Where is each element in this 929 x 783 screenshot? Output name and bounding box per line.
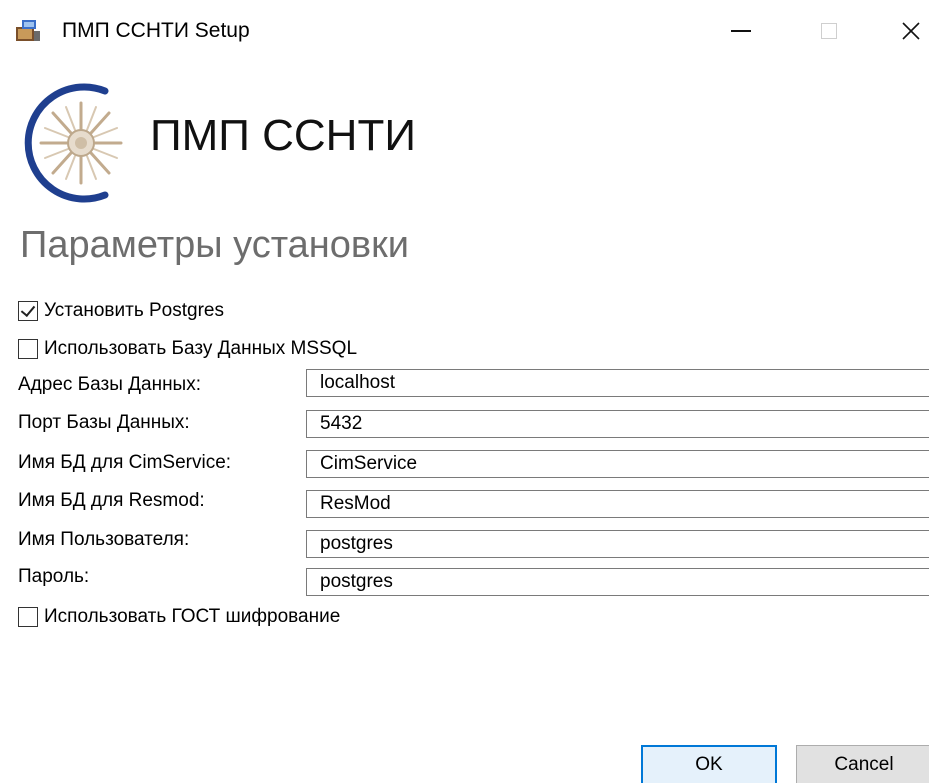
cimservice-db-name-input[interactable] [306, 450, 929, 478]
use-gost-label: Использовать ГОСТ шифрование [44, 606, 341, 627]
maximize-button[interactable] [806, 6, 852, 56]
installer-icon [14, 17, 42, 45]
install-postgres-checkbox[interactable] [18, 301, 38, 321]
gazprom-flame-logo [17, 83, 137, 203]
cancel-button[interactable]: Cancel [796, 745, 929, 783]
cimservice-db-name-label: Имя БД для CimService: [18, 452, 232, 473]
use-gost-checkbox[interactable] [18, 607, 38, 627]
title-bar: ПМП ССНТИ Setup [0, 0, 929, 62]
use-gost-option[interactable]: Использовать ГОСТ шифрование [18, 603, 340, 631]
setup-window: ПМП ССНТИ Setup ПМП ССНТИ Параметры уста… [0, 0, 929, 783]
use-mssql-option[interactable]: Использовать Базу Данных MSSQL [18, 335, 357, 363]
password-label: Пароль: [18, 566, 90, 587]
close-button[interactable] [888, 6, 929, 56]
db-address-input[interactable] [306, 369, 929, 397]
section-title: Параметры установки [20, 224, 409, 266]
minimize-icon [731, 30, 751, 32]
use-mssql-checkbox[interactable] [18, 339, 38, 359]
close-icon [902, 22, 920, 40]
maximize-icon [821, 23, 837, 39]
username-label: Имя Пользователя: [18, 529, 190, 550]
db-port-input[interactable] [306, 410, 929, 438]
use-mssql-label: Использовать Базу Данных MSSQL [44, 338, 358, 359]
db-address-label: Адрес Базы Данных: [18, 374, 201, 395]
ok-button[interactable]: OK [641, 745, 777, 783]
install-postgres-label: Установить Postgres [44, 300, 224, 321]
install-postgres-option[interactable]: Установить Postgres [18, 297, 224, 325]
window-title: ПМП ССНТИ Setup [62, 19, 250, 42]
resmod-db-name-label: Имя БД для Resmod: [18, 490, 205, 511]
resmod-db-name-input[interactable] [306, 490, 929, 518]
password-input[interactable] [306, 568, 929, 596]
username-input[interactable] [306, 530, 929, 558]
minimize-button[interactable] [718, 6, 764, 56]
db-port-label: Порт Базы Данных: [18, 412, 190, 433]
product-name: ПМП ССНТИ [150, 111, 416, 160]
